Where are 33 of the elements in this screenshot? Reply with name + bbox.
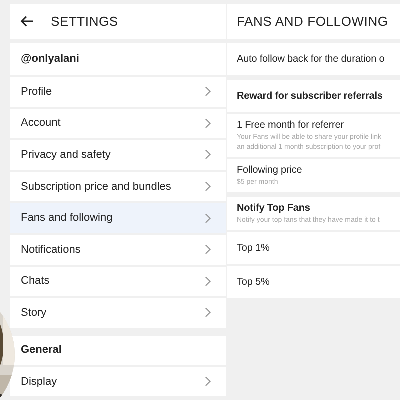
chevron-right-icon	[205, 149, 212, 160]
option-row[interactable]: Top 1%	[227, 232, 400, 264]
settings-menu-item[interactable]: Privacy and safety	[10, 140, 226, 170]
settings-menu-item[interactable]: Chats	[10, 266, 226, 296]
section-heading: General	[10, 336, 226, 365]
row-label: 1 Free month for referrer	[237, 120, 345, 131]
settings-menu-item[interactable]: Account	[10, 108, 226, 138]
chevron-right-icon	[205, 181, 212, 192]
detail-title: FANS AND FOLLOWING	[237, 14, 388, 29]
chevron-right-icon	[205, 376, 212, 388]
settings-menu-item[interactable]: Subscription price and bundles	[10, 172, 226, 202]
settings-menu-item[interactable]: Profile	[10, 77, 226, 107]
back-arrow-icon[interactable]	[20, 14, 35, 29]
row-label: Top 1%	[237, 242, 271, 254]
option-row[interactable]: Top 5%	[227, 266, 400, 298]
row-label: Following price	[237, 165, 304, 176]
settings-menu-item[interactable]: Display	[10, 366, 226, 396]
settings-menu-item[interactable]: Notifications	[10, 234, 226, 265]
settings-menu-item[interactable]: Story	[10, 298, 226, 328]
chevron-right-icon	[205, 86, 212, 98]
settings-title: SETTINGS	[51, 14, 118, 29]
username: @onlyalani	[10, 43, 226, 75]
row-label: Notify Top Fans	[237, 203, 312, 214]
option-row[interactable]: Auto follow back for the duration o	[227, 43, 400, 75]
chevron-right-icon	[205, 212, 212, 224]
chevron-right-icon	[205, 118, 212, 129]
chevron-right-icon	[205, 276, 212, 287]
chevron-right-icon	[205, 244, 212, 256]
settings-menu-item[interactable]: Fans and following	[10, 203, 226, 233]
chevron-right-icon	[205, 307, 212, 318]
row-label: Top 5%	[237, 276, 271, 288]
row-label: Auto follow back for the duration o	[237, 54, 386, 64]
row-label: Reward for subscriber referrals	[237, 90, 384, 102]
